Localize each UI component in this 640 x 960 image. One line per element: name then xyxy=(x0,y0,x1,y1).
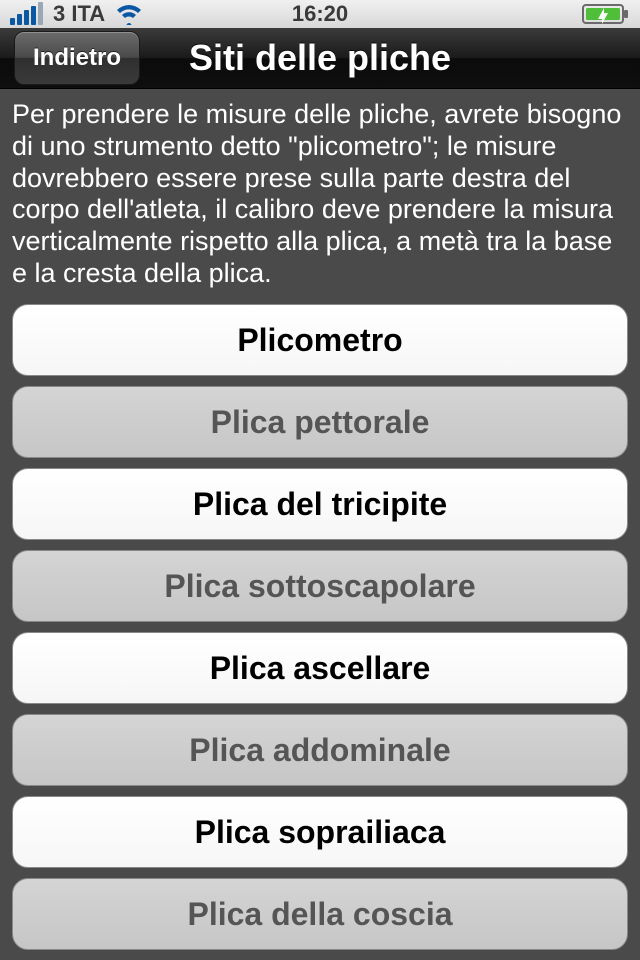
list-item-label: Plica della coscia xyxy=(187,896,452,933)
list-item-plica-tricipite[interactable]: Plica del tricipite xyxy=(12,468,628,540)
list-item-plicometro[interactable]: Plicometro xyxy=(12,304,628,376)
content-area: Per prendere le misure delle pliche, avr… xyxy=(0,89,640,960)
wifi-icon xyxy=(115,3,143,25)
list-item-label: Plicometro xyxy=(237,322,402,359)
signal-icon xyxy=(10,2,43,25)
back-button-label: Indietro xyxy=(33,44,121,71)
list-item-plica-soprailiaca[interactable]: Plica soprailiaca xyxy=(12,796,628,868)
list-item-plica-addominale[interactable]: Plica addominale xyxy=(12,714,628,786)
list-item-plica-ascellare[interactable]: Plica ascellare xyxy=(12,632,628,704)
page-title: Siti delle pliche xyxy=(189,37,451,79)
list-item-plica-coscia[interactable]: Plica della coscia xyxy=(12,878,628,950)
status-bar: 3 ITA 16:20 xyxy=(0,0,640,28)
list-item-plica-sottoscapolare[interactable]: Plica sottoscapolare xyxy=(12,550,628,622)
list-item-plica-pettorale[interactable]: Plica pettorale xyxy=(12,386,628,458)
carrier-label: 3 ITA xyxy=(53,1,105,27)
back-button[interactable]: Indietro xyxy=(14,31,140,85)
description-text: Per prendere le misure delle pliche, avr… xyxy=(12,99,628,290)
list-item-label: Plica pettorale xyxy=(211,404,430,441)
list-item-label: Plica addominale xyxy=(189,732,450,769)
list-item-label: Plica ascellare xyxy=(210,650,431,687)
battery-icon xyxy=(582,3,630,25)
navigation-bar: Indietro Siti delle pliche xyxy=(0,28,640,89)
status-time: 16:20 xyxy=(292,1,348,27)
list-item-label: Plica sottoscapolare xyxy=(164,568,475,605)
status-left: 3 ITA xyxy=(10,1,143,27)
list-item-label: Plica soprailiaca xyxy=(195,814,446,851)
list-item-label: Plica del tricipite xyxy=(193,486,447,523)
